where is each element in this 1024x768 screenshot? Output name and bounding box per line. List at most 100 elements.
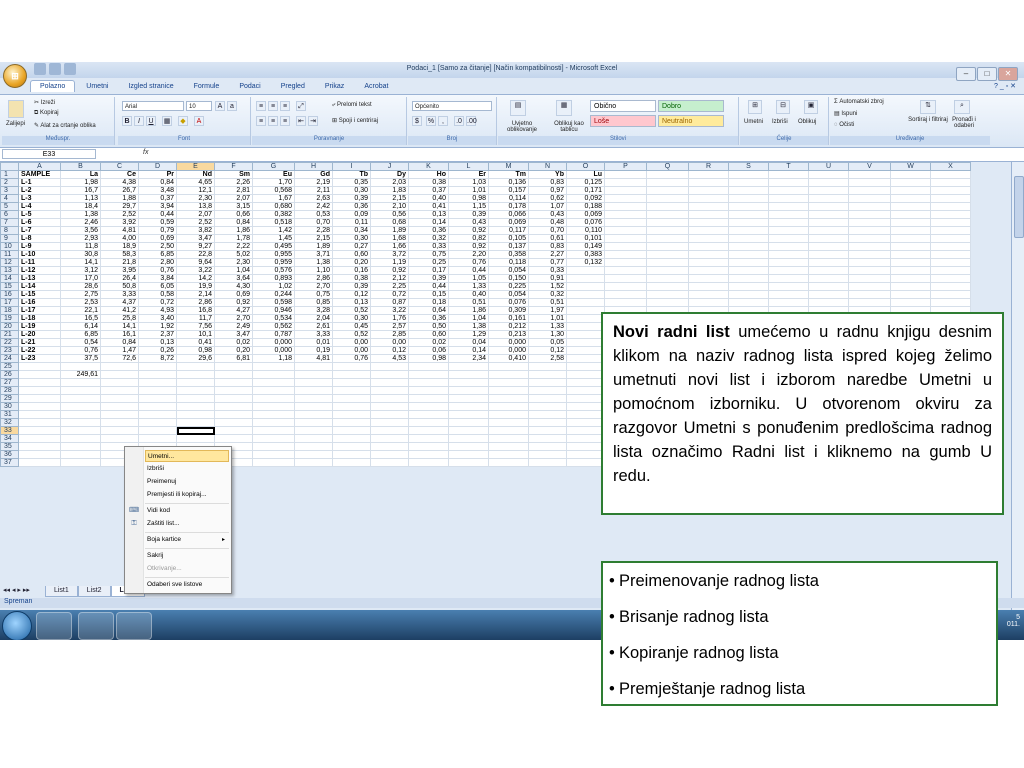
cell[interactable]: 3,92: [100, 218, 139, 227]
cell[interactable]: 0,92: [448, 242, 489, 251]
cell[interactable]: 1,19: [370, 258, 409, 267]
cell[interactable]: [646, 170, 689, 179]
cell[interactable]: 1,04: [214, 266, 253, 275]
row-header[interactable]: 11: [0, 250, 19, 259]
cell[interactable]: [448, 418, 489, 427]
cell[interactable]: [930, 242, 971, 251]
cell[interactable]: 18,4: [60, 202, 101, 211]
cell[interactable]: 0,118: [488, 258, 529, 267]
cell[interactable]: 0,12: [370, 346, 409, 355]
cell[interactable]: [646, 242, 689, 251]
cell[interactable]: [566, 346, 605, 355]
cell[interactable]: [728, 258, 769, 267]
cell[interactable]: 0,92: [448, 226, 489, 235]
merge-center-button[interactable]: ⊞ Spoji i centriraj: [332, 117, 378, 124]
cell[interactable]: L-3: [18, 194, 61, 203]
cell[interactable]: 0,13: [138, 338, 177, 347]
menu-item[interactable]: Umetni...: [145, 450, 229, 462]
cell[interactable]: [448, 370, 489, 379]
cell[interactable]: [768, 242, 809, 251]
cell[interactable]: [448, 442, 489, 451]
cell[interactable]: [808, 258, 849, 267]
cell[interactable]: 0,98: [176, 346, 215, 355]
cell[interactable]: 0,14: [408, 218, 449, 227]
autosum-button[interactable]: Σ Automatski zbroj: [834, 99, 884, 105]
cell[interactable]: [728, 218, 769, 227]
cell[interactable]: [604, 290, 647, 299]
tab-formule[interactable]: Formule: [185, 81, 229, 92]
cell[interactable]: 16,7: [60, 186, 101, 195]
cell[interactable]: 0,161: [488, 314, 529, 323]
fill-color-icon[interactable]: ◆: [178, 116, 188, 126]
cell[interactable]: 249,61: [60, 370, 101, 379]
cell[interactable]: 1,05: [448, 274, 489, 283]
cell[interactable]: 0,48: [528, 218, 567, 227]
row-header[interactable]: 17: [0, 298, 19, 307]
cell[interactable]: [294, 426, 333, 435]
find-select-button[interactable]: Pronađi i odaberi: [944, 117, 984, 129]
sort-filter-button[interactable]: Sortiraj i filtriraj: [908, 117, 948, 123]
format-cells-icon[interactable]: ▣: [804, 100, 818, 114]
cell[interactable]: 22,8: [176, 250, 215, 259]
cell[interactable]: [488, 370, 529, 379]
cell[interactable]: [728, 186, 769, 195]
cell[interactable]: 0,137: [488, 242, 529, 251]
column-header[interactable]: N: [528, 162, 567, 171]
row-header[interactable]: 26: [0, 370, 19, 379]
row-header[interactable]: 25: [0, 362, 19, 371]
cell[interactable]: 0,225: [488, 282, 529, 291]
cell[interactable]: [890, 234, 931, 243]
cell[interactable]: 0,84: [100, 338, 139, 347]
cell[interactable]: 0,054: [488, 266, 529, 275]
cell[interactable]: 0,309: [488, 306, 529, 315]
cell[interactable]: [646, 178, 689, 187]
currency-icon[interactable]: $: [412, 116, 422, 126]
cell[interactable]: [60, 450, 101, 459]
cell[interactable]: 3,47: [214, 330, 253, 339]
cell[interactable]: [252, 450, 295, 459]
cell[interactable]: 1,13: [60, 194, 101, 203]
cell[interactable]: [646, 194, 689, 203]
cell[interactable]: 4,27: [214, 306, 253, 315]
cell[interactable]: [768, 210, 809, 219]
cell[interactable]: SAMPLE: [18, 170, 61, 179]
cell[interactable]: Eu: [252, 170, 295, 179]
cell[interactable]: 0,76: [448, 258, 489, 267]
row-header[interactable]: 31: [0, 410, 19, 419]
cell[interactable]: [370, 378, 409, 387]
cell[interactable]: [566, 338, 605, 347]
cell[interactable]: L-23: [18, 354, 61, 363]
firefox-taskbar-icon[interactable]: [36, 612, 72, 640]
powerpoint-taskbar-icon[interactable]: [78, 612, 114, 640]
cell[interactable]: 9,64: [176, 258, 215, 267]
cell[interactable]: [370, 370, 409, 379]
cell[interactable]: 0,34: [332, 226, 371, 235]
cell[interactable]: 0,000: [252, 338, 295, 347]
cell[interactable]: Ce: [100, 170, 139, 179]
menu-item[interactable]: Vidi kod: [145, 505, 229, 517]
cell[interactable]: 0,212: [488, 322, 529, 331]
cell[interactable]: [294, 450, 333, 459]
cell[interactable]: [688, 250, 729, 259]
cell[interactable]: 0,17: [408, 266, 449, 275]
cell[interactable]: 0,43: [448, 218, 489, 227]
excel-taskbar-icon[interactable]: [116, 612, 152, 640]
cell[interactable]: L-1: [18, 178, 61, 187]
cell[interactable]: 0,59: [138, 218, 177, 227]
cell[interactable]: [18, 378, 61, 387]
clear-button[interactable]: ◌ Očisti: [834, 122, 854, 128]
row-header[interactable]: 10: [0, 242, 19, 251]
cell[interactable]: [646, 258, 689, 267]
cell[interactable]: 4,00: [100, 234, 139, 243]
menu-item[interactable]: Boja kartice ▸: [145, 534, 229, 546]
tab-podaci[interactable]: Podaci: [230, 81, 269, 92]
cell[interactable]: [408, 410, 449, 419]
cell[interactable]: 0,97: [528, 186, 567, 195]
cell[interactable]: [488, 378, 529, 387]
cell[interactable]: [448, 394, 489, 403]
cell[interactable]: 11,7: [176, 314, 215, 323]
cell[interactable]: [808, 290, 849, 299]
cell[interactable]: [848, 282, 891, 291]
cell[interactable]: Gd: [294, 170, 333, 179]
cell[interactable]: [848, 274, 891, 283]
